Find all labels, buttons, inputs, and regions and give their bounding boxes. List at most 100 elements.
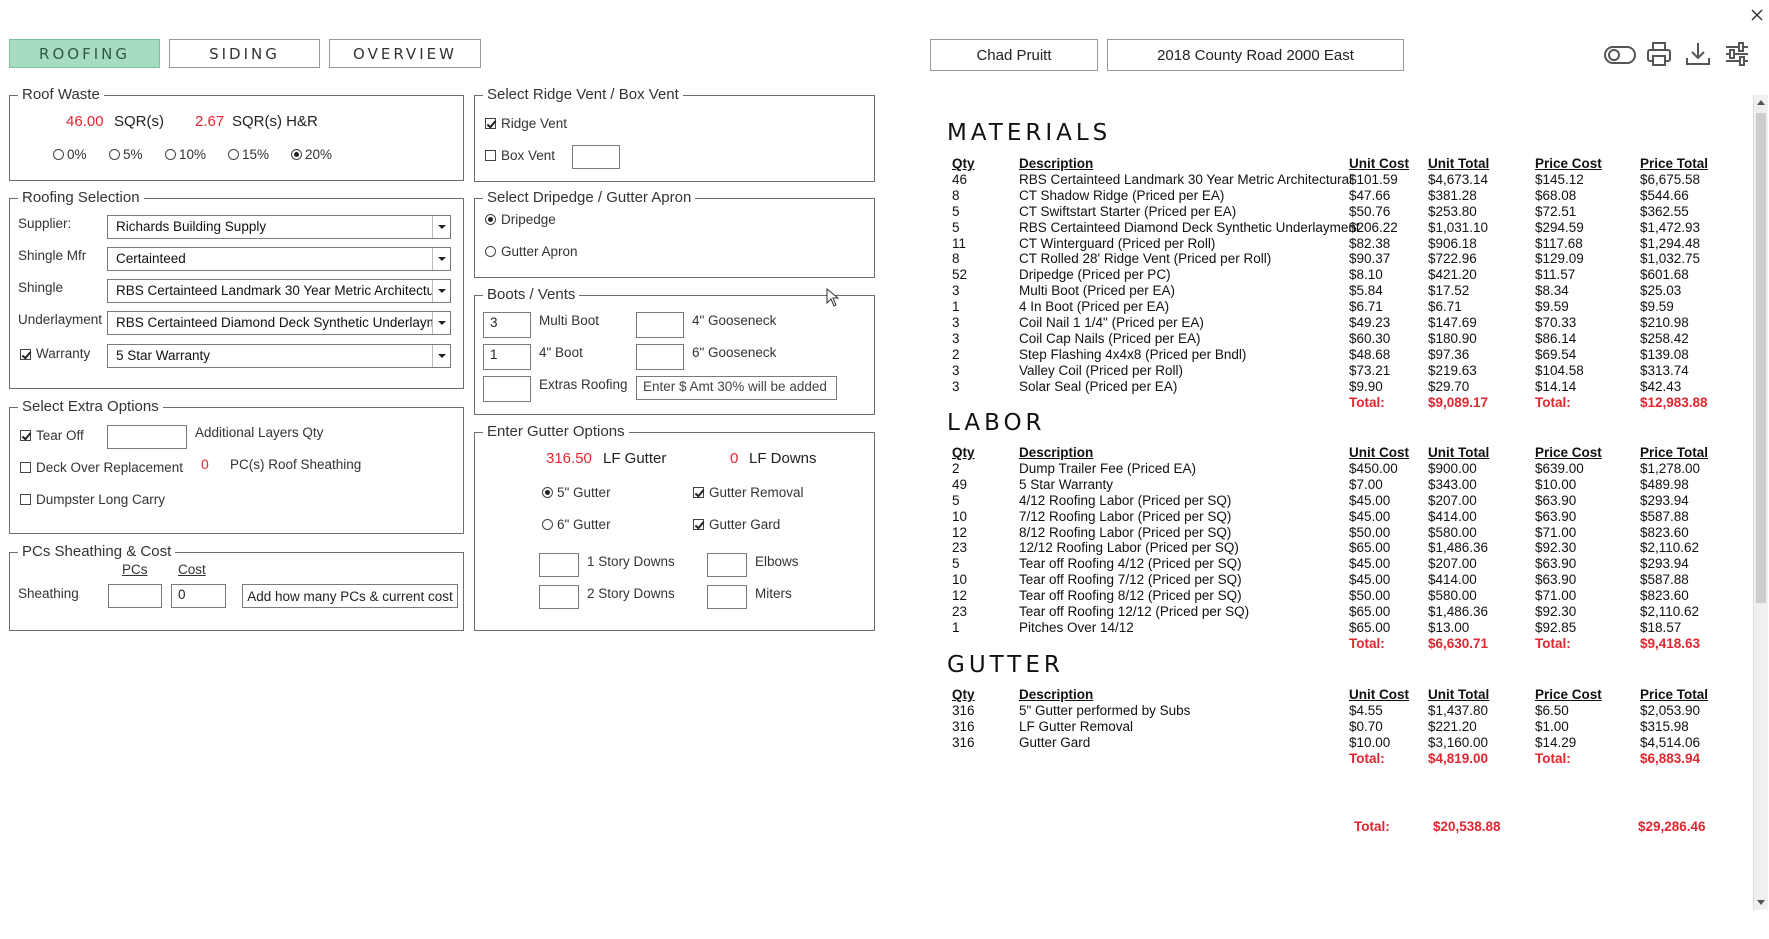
gutter-apron-radio[interactable]	[485, 246, 496, 257]
waste-10-radio[interactable]	[165, 149, 176, 160]
shingle-select[interactable]: RBS Certainteed Landmark 30 Year Metric …	[107, 279, 451, 303]
materials-cell-desc: Solar Seal (Priced per EA)	[1019, 378, 1178, 394]
deck-over-checkbox[interactable]	[20, 462, 31, 473]
pcs-input[interactable]	[108, 584, 162, 608]
dumpster-checkbox[interactable]	[20, 494, 31, 505]
labor-cell-ut: $414.00	[1428, 572, 1477, 588]
materials-cell-uc: $6.71	[1349, 299, 1383, 315]
materials-cell-pt: $139.08	[1640, 346, 1689, 362]
sliders-icon[interactable]	[1723, 40, 1751, 68]
waste-0-radio[interactable]	[53, 149, 64, 160]
gooseneck-6-input[interactable]	[636, 344, 684, 370]
multi-boot-input[interactable]: 3	[483, 312, 531, 338]
tear-off-checkbox[interactable]	[20, 430, 31, 441]
lf-gutter-label: LF Gutter	[603, 450, 667, 467]
close-icon[interactable]	[1750, 8, 1764, 22]
boot-4-input[interactable]: 1	[483, 344, 531, 370]
gutter-title: GUTTER	[947, 652, 1064, 678]
scroll-thumb[interactable]	[1756, 113, 1766, 603]
labor-cell-desc: Dump Trailer Fee (Priced EA)	[1019, 460, 1197, 476]
shingle-mfr-select[interactable]: Certainteed	[107, 247, 451, 271]
gutter-6-radio[interactable]	[542, 519, 553, 530]
customer-name-field[interactable]: Chad Pruitt	[930, 39, 1098, 71]
materials-cell-qty: 2	[952, 346, 960, 362]
labor-cell-pt: $293.94	[1640, 492, 1689, 508]
materials-cell-uc: $101.59	[1349, 171, 1398, 187]
gutter-5-radio[interactable]	[542, 487, 553, 498]
chevron-down-icon[interactable]	[432, 312, 450, 334]
ridge-vent-checkbox[interactable]	[485, 118, 496, 129]
materials-cell-ut: $97.36	[1428, 346, 1470, 362]
materials-cell-pc: $69.54	[1535, 346, 1577, 362]
labor-cell-ut: $900.00	[1428, 460, 1477, 476]
materials-cell-qty: 3	[952, 283, 960, 299]
miters-input[interactable]	[707, 585, 747, 609]
gutter-6-label: 6" Gutter	[557, 517, 611, 532]
elbows-label: Elbows	[755, 554, 799, 569]
waste-15-radio[interactable]	[228, 149, 239, 160]
gooseneck-4-input[interactable]	[636, 312, 684, 338]
gutter-cell-pc: $1.00	[1535, 718, 1569, 734]
materials-cell-qty: 46	[952, 171, 968, 187]
labor-header-unit-total: Unit Total	[1428, 445, 1490, 460]
download-icon[interactable]	[1684, 40, 1712, 68]
labor-cell-qty: 12	[952, 588, 968, 604]
story-1-downs-input[interactable]	[539, 553, 579, 577]
scroll-down-icon[interactable]	[1757, 900, 1765, 905]
box-vent-checkbox[interactable]	[485, 150, 496, 161]
materials-cell-qty: 1	[952, 299, 960, 315]
toggle-icon[interactable]	[1603, 44, 1637, 66]
labor-cell-ut: $1,486.36	[1428, 604, 1489, 619]
extras-amount-input[interactable]: Enter $ Amt 30% will be added	[636, 376, 837, 400]
supplier-select[interactable]: Richards Building Supply	[107, 215, 451, 239]
chevron-down-icon[interactable]	[432, 345, 450, 367]
cost-input[interactable]: 0	[171, 584, 226, 608]
materials-cell-qty: 3	[952, 330, 960, 346]
labor-cell-pc: $639.00	[1535, 460, 1584, 476]
materials-cell-ut: $1,031.10	[1428, 219, 1489, 235]
labor-cell-desc: 8/12 Roofing Labor (Priced per SQ)	[1019, 524, 1232, 540]
boot-4-label: 4" Boot	[539, 345, 583, 360]
materials-cell-qty: 3	[952, 315, 960, 330]
gutter-header-desc: Description	[1019, 687, 1094, 702]
tab-siding[interactable]: SIDING	[169, 39, 320, 68]
waste-20-radio[interactable]	[291, 149, 302, 160]
gutter-gard-checkbox[interactable]	[693, 519, 704, 530]
gutter-cell-pt: $315.98	[1640, 718, 1689, 734]
tab-roofing[interactable]: ROOFING	[9, 39, 160, 68]
waste-5-label: 5%	[123, 147, 143, 162]
add-sheathing-button[interactable]: Add how many PCs & current cost	[242, 584, 458, 608]
warranty-checkbox[interactable]	[20, 349, 31, 360]
labor-total-unit: $6,630.71	[1428, 635, 1489, 651]
scroll-up-icon[interactable]	[1757, 100, 1765, 105]
chevron-down-icon[interactable]	[432, 216, 450, 238]
vertical-scrollbar[interactable]	[1753, 95, 1768, 910]
warranty-select[interactable]: 5 Star Warranty	[107, 344, 451, 368]
elbows-input[interactable]	[707, 553, 747, 577]
waste-5-radio[interactable]	[109, 149, 120, 160]
gutter-cell-uc: $4.55	[1349, 702, 1383, 718]
extras-roofing-label: Extras Roofing	[539, 377, 628, 392]
grand-total-price: $29,286.46	[1638, 819, 1706, 834]
extras-roofing-input[interactable]	[483, 376, 531, 402]
sheathing-row-label: Sheathing	[18, 586, 79, 601]
materials-total-label: Total:	[1349, 394, 1385, 410]
gutter-removal-checkbox[interactable]	[693, 487, 704, 498]
box-vent-qty-input[interactable]	[572, 145, 620, 169]
address-field[interactable]: 2018 County Road 2000 East	[1107, 39, 1404, 71]
materials-cell-uc: $9.90	[1349, 378, 1383, 394]
materials-cell-qty: 52	[952, 267, 968, 283]
additional-layers-input[interactable]	[107, 425, 187, 449]
chevron-down-icon[interactable]	[432, 280, 450, 302]
tab-overview[interactable]: OVERVIEW	[329, 39, 481, 68]
dripedge-radio[interactable]	[485, 214, 496, 225]
underlayment-select[interactable]: RBS Certainteed Diamond Deck Synthetic U…	[107, 311, 451, 335]
story-2-downs-input[interactable]	[539, 585, 579, 609]
print-icon[interactable]	[1645, 40, 1673, 68]
labor-cell-qty: 2	[952, 460, 960, 476]
materials-cell-desc: CT Swiftstart Starter (Priced per EA)	[1019, 203, 1237, 219]
labor-header-unit-cost: Unit Cost	[1349, 445, 1409, 460]
labor-cell-qty: 23	[952, 604, 968, 619]
chevron-down-icon[interactable]	[432, 248, 450, 270]
warranty-value: 5 Star Warranty	[116, 348, 211, 363]
